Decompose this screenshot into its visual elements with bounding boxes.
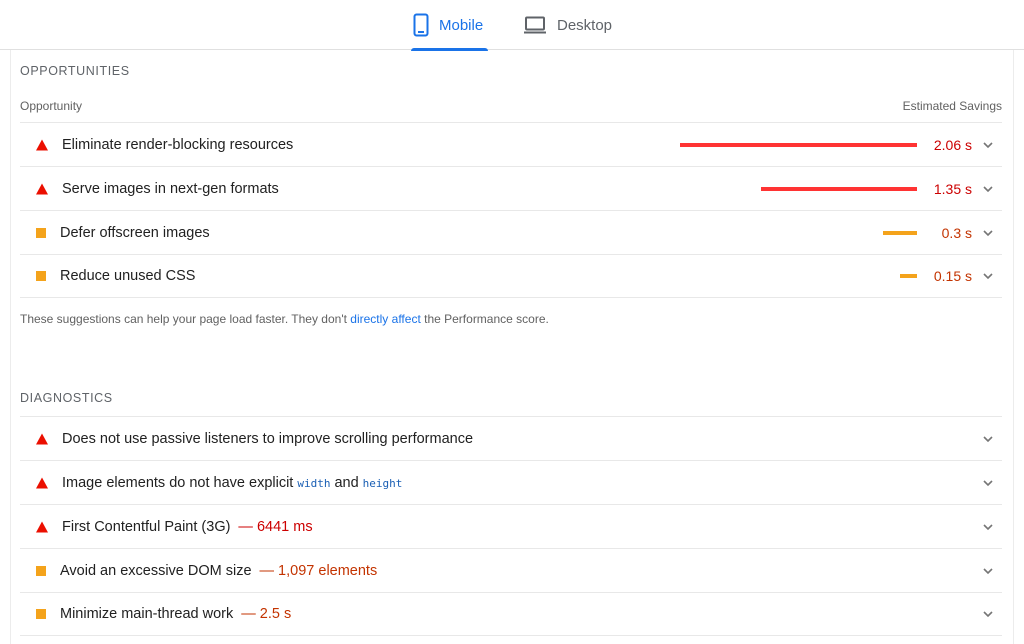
diagnostic-display-value: — 1,097 elements	[259, 562, 378, 579]
diagnostic-title: Image elements do not have explicit widt…	[62, 475, 406, 491]
diagnostic-title-text: First Contentful Paint (3G)	[62, 518, 231, 535]
savings-bar	[900, 274, 917, 278]
diagnostics-heading: DIAGNOSTICS	[20, 391, 113, 405]
savings-bar	[680, 142, 917, 147]
savings-bar	[883, 230, 917, 235]
diagnostic-row-passive-listeners[interactable]: Does not use passive listeners to improv…	[20, 416, 1002, 460]
diagnostic-title-text: Image elements do not have explicit	[62, 474, 294, 491]
fail-triangle-icon	[36, 521, 48, 532]
opportunity-column-header: Opportunity	[20, 99, 83, 113]
opportunity-title: Serve images in next-gen formats	[62, 180, 279, 197]
diagnostic-row-image-dimensions[interactable]: Image elements do not have explicit widt…	[20, 460, 1002, 504]
footnote-text-after: the Performance score.	[420, 312, 549, 326]
diagnostic-display-value: — 6441 ms	[238, 518, 313, 535]
savings-value: 1.35 s	[933, 180, 972, 197]
opportunities-heading: OPPORTUNITIES	[20, 64, 130, 78]
opportunity-title: Eliminate render-blocking resources	[62, 136, 294, 153]
estimated-savings-column-header: Estimated Savings	[902, 99, 1002, 113]
chevron-down-icon[interactable]	[982, 183, 994, 195]
fail-triangle-icon	[36, 433, 48, 444]
savings-value: 0.15 s	[933, 268, 972, 284]
tab-desktop[interactable]: Desktop	[523, 0, 612, 50]
chevron-down-icon[interactable]	[982, 521, 994, 533]
opportunity-row-unused-css[interactable]: Reduce unused CSS 0.15 s	[20, 254, 1002, 298]
diagnostic-row-main-thread-work[interactable]: Minimize main-thread work — 2.5 s	[20, 592, 1002, 636]
tab-mobile[interactable]: Mobile	[411, 0, 488, 51]
diagnostic-title: First Contentful Paint (3G) — 6441 ms	[62, 519, 313, 535]
code-width: width	[297, 476, 331, 490]
fail-triangle-icon	[36, 183, 48, 194]
opportunity-row-next-gen-images[interactable]: Serve images in next-gen formats 1.35 s	[20, 166, 1002, 210]
code-height: height	[362, 476, 403, 490]
chevron-down-icon[interactable]	[982, 270, 994, 282]
laptop-icon	[523, 16, 547, 34]
diagnostic-row-dom-size[interactable]: Avoid an excessive DOM size — 1,097 eleme…	[20, 548, 1002, 592]
opportunity-title: Reduce unused CSS	[60, 268, 196, 284]
average-square-icon	[36, 609, 46, 619]
chevron-down-icon[interactable]	[982, 433, 994, 445]
tab-mobile-label: Mobile	[439, 16, 484, 34]
opportunity-row-offscreen-images[interactable]: Defer offscreen images 0.3 s	[20, 210, 1002, 254]
directly-affect-link[interactable]: directly affect	[350, 312, 420, 326]
opportunities-footnote: These suggestions can help your page loa…	[20, 312, 549, 326]
diagnostic-title: Minimize main-thread work — 2.5 s	[60, 606, 291, 622]
average-square-icon	[36, 227, 46, 238]
opportunity-row-render-blocking[interactable]: Eliminate render-blocking resources 2.06…	[20, 122, 1002, 166]
chevron-down-icon[interactable]	[982, 227, 994, 239]
chevron-down-icon[interactable]	[982, 608, 994, 620]
diagnostic-title: Does not use passive listeners to improv…	[62, 430, 474, 447]
device-tabs: Mobile Desktop	[0, 0, 1024, 51]
footnote-text-before: These suggestions can help your page loa…	[20, 312, 351, 326]
diagnostic-row-first-contentful-paint[interactable]: First Contentful Paint (3G) — 6441 ms	[20, 504, 1002, 548]
chevron-down-icon[interactable]	[982, 565, 994, 577]
savings-value: 0.3 s	[941, 224, 972, 241]
chevron-down-icon[interactable]	[982, 477, 994, 489]
savings-value: 2.06 s	[933, 136, 972, 153]
diagnostic-title-and: and	[334, 474, 359, 491]
smartphone-icon	[413, 13, 429, 37]
fail-triangle-icon	[36, 477, 48, 488]
diagnostic-title-text: Minimize main-thread work	[60, 606, 234, 622]
tab-desktop-label: Desktop	[557, 16, 613, 34]
opportunity-title: Defer offscreen images	[60, 224, 210, 241]
diagnostic-display-value: — 2.5 s	[241, 606, 292, 622]
diagnostic-title: Avoid an excessive DOM size — 1,097 eleme…	[60, 563, 377, 579]
chevron-down-icon[interactable]	[982, 139, 994, 151]
fail-triangle-icon	[36, 139, 48, 150]
average-square-icon	[36, 271, 46, 281]
diagnostic-title-text: Avoid an excessive DOM size	[60, 562, 252, 579]
savings-bar	[761, 186, 917, 191]
average-square-icon	[36, 565, 46, 576]
